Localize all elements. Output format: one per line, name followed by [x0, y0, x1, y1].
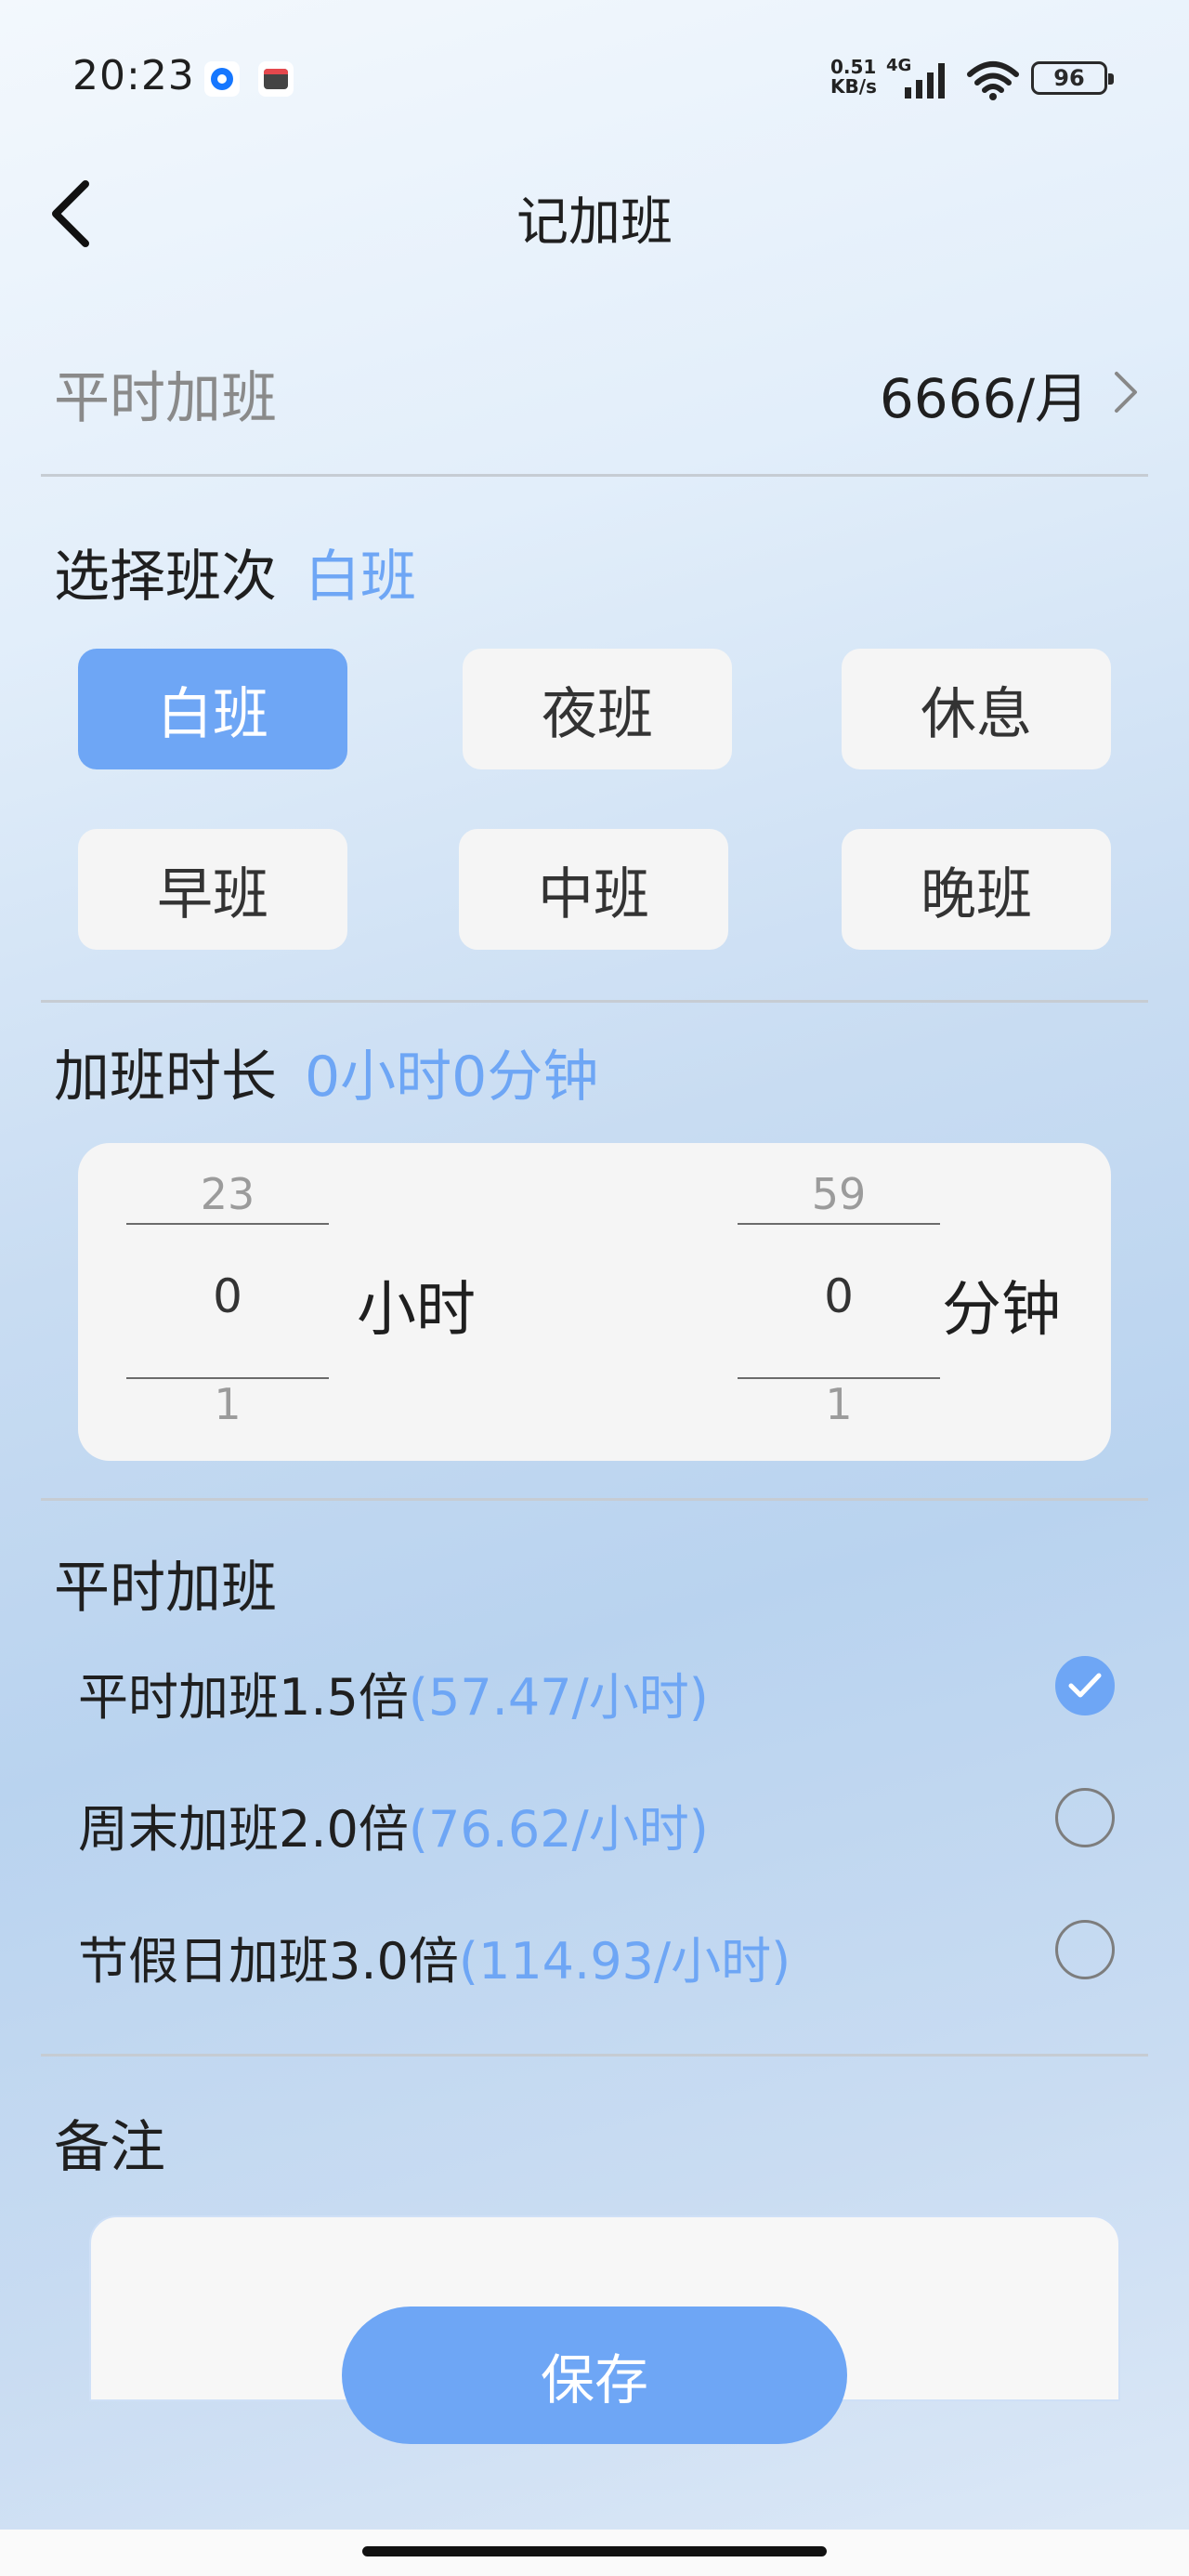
app-notification-icon [204, 61, 240, 97]
rate-value: (57.47/小时) [408, 1668, 709, 1727]
minutes-prev: 59 [811, 1169, 867, 1219]
minutes-unit: 分钟 [942, 1276, 1061, 1345]
rate-value: (76.62/小时) [408, 1800, 709, 1859]
rate-option-1-5[interactable]: 平时加班1.5倍(57.47/小时) [78, 1645, 1115, 1728]
shift-title: 选择班次 [54, 545, 277, 610]
signal-icon [905, 63, 945, 99]
hours-prev: 23 [200, 1169, 255, 1219]
check-icon [1068, 1673, 1102, 1698]
rate-option-3-0[interactable]: 节假日加班3.0倍(114.93/小时) [78, 1909, 1115, 1992]
shift-option-middle[interactable]: 中班 [459, 829, 728, 950]
network-speed-value: 0.51 [830, 56, 877, 78]
salary-row[interactable]: 平时加班 6666/月 [41, 344, 1148, 437]
hours-unit: 小时 [357, 1276, 476, 1345]
duration-summary: 0小时0分钟 [305, 1045, 599, 1110]
home-indicator[interactable] [362, 2546, 827, 2556]
minutes-wheel[interactable]: 59 0 1 [738, 1143, 940, 1461]
wheel-line [126, 1223, 329, 1225]
calendar-app-icon [258, 61, 294, 97]
shift-option-rest[interactable]: 休息 [842, 649, 1111, 769]
salary-label: 平时加班 [54, 366, 277, 431]
divider [41, 1498, 1148, 1501]
chevron-right-icon [1115, 372, 1137, 413]
hours-current: 0 [213, 1269, 242, 1323]
shift-selected-value: 白班 [305, 545, 416, 610]
divider [41, 474, 1148, 477]
status-time: 20:23 [72, 52, 195, 99]
hours-wheel[interactable]: 23 0 1 [126, 1143, 329, 1461]
divider [41, 1000, 1148, 1003]
network-speed: 0.51 KB/s [830, 58, 877, 97]
rate-option-2-0[interactable]: 周末加班2.0倍(76.62/小时) [78, 1777, 1115, 1860]
status-bar: 20:23 0.51 KB/s 4G 96 [0, 0, 1189, 158]
salary-value: 6666/月 [879, 367, 1089, 430]
shift-option-day[interactable]: 白班 [78, 649, 347, 769]
battery-level: 96 [1053, 65, 1085, 91]
shift-option-night[interactable]: 夜班 [463, 649, 732, 769]
rate-value: (114.93/小时) [458, 1932, 791, 1991]
network-speed-unit: KB/s [830, 75, 877, 98]
wifi-icon [967, 61, 1019, 100]
duration-title: 加班时长 [54, 1045, 277, 1110]
radio-icon[interactable] [1055, 1788, 1115, 1847]
shift-option-early[interactable]: 早班 [78, 829, 347, 950]
minutes-next: 1 [825, 1379, 853, 1429]
hours-next: 1 [214, 1379, 242, 1429]
rate-section-title: 平时加班 [54, 1556, 277, 1621]
rate-label: 节假日加班3.0倍 [78, 1932, 459, 1991]
wheel-line [738, 1223, 940, 1225]
navigation-bar [0, 2530, 1189, 2576]
battery-icon: 96 [1031, 61, 1114, 95]
shift-option-evening[interactable]: 晚班 [842, 829, 1111, 950]
divider [41, 2054, 1148, 2057]
duration-picker: 23 0 1 小时 59 0 1 分钟 [78, 1143, 1111, 1461]
shift-section-title: 选择班次 白班 [54, 532, 416, 612]
radio-icon[interactable] [1055, 1920, 1115, 1979]
rate-label: 周末加班2.0倍 [78, 1800, 409, 1859]
rate-label: 平时加班1.5倍 [78, 1668, 409, 1727]
checkmark-radio-icon[interactable] [1055, 1656, 1115, 1715]
page-title: 记加班 [516, 192, 673, 253]
remark-title: 备注 [54, 2115, 165, 2180]
duration-section-title: 加班时长 0小时0分钟 [54, 1032, 598, 1112]
save-button[interactable]: 保存 [342, 2307, 847, 2444]
minutes-current: 0 [824, 1269, 854, 1323]
